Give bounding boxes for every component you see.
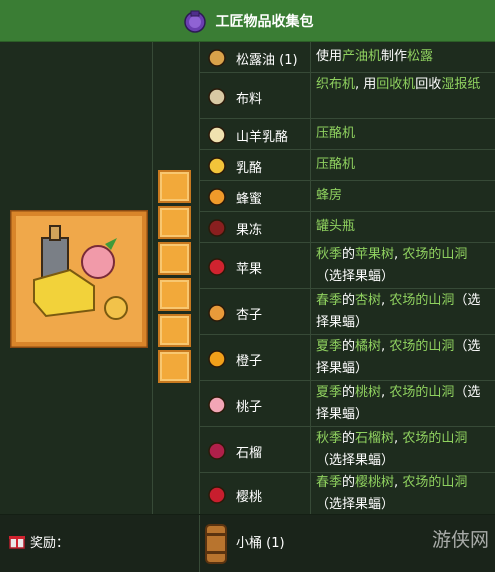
item-source: 罐头瓶 bbox=[316, 216, 488, 238]
peach-icon bbox=[208, 395, 226, 414]
source-text: 制作 bbox=[381, 49, 408, 64]
source-link[interactable]: 杏树 bbox=[355, 293, 381, 308]
source-link[interactable]: 压酪机 bbox=[316, 126, 355, 141]
item-name[interactable]: 苹果 bbox=[236, 258, 262, 277]
source-text: , 用 bbox=[355, 76, 377, 92]
reward-name: 小桶 (1) bbox=[236, 536, 285, 551]
pomegranate-icon bbox=[208, 441, 226, 460]
source-text: 的 bbox=[342, 474, 356, 490]
apricot-icon bbox=[208, 303, 226, 322]
keg-icon bbox=[205, 524, 227, 564]
goat-cheese-icon bbox=[208, 126, 226, 144]
source-link[interactable]: 蜂房 bbox=[316, 188, 342, 203]
bundle-slot[interactable] bbox=[158, 242, 191, 275]
reward-label: 奖励： bbox=[30, 536, 70, 551]
source-text: 的 bbox=[342, 246, 356, 262]
source-link[interactable]: 春季 bbox=[316, 475, 342, 490]
source-link[interactable]: 夏季 bbox=[316, 339, 342, 354]
item-name[interactable]: 樱桃 bbox=[236, 486, 262, 505]
item-name[interactable]: 桃子 bbox=[236, 396, 262, 415]
honey-icon bbox=[208, 188, 226, 206]
bundle-slot[interactable] bbox=[158, 170, 191, 203]
bundle-slot[interactable] bbox=[158, 314, 191, 347]
orange-icon bbox=[208, 349, 226, 368]
source-link[interactable]: 农场的山洞 bbox=[402, 475, 467, 490]
cloth-icon bbox=[208, 87, 226, 106]
source-text: （选择果蝠） bbox=[316, 268, 395, 284]
item-source: 春季的杏树, 农场的山洞（选择果蝠） bbox=[316, 290, 488, 334]
site-watermark: 游侠网 bbox=[431, 529, 489, 551]
item-source: 夏季的橘树, 农场的山洞（选择果蝠） bbox=[316, 336, 488, 380]
bundle-title: 工匠物品收集包 bbox=[215, 13, 314, 30]
bundle-image bbox=[10, 210, 148, 348]
bundle-slot[interactable] bbox=[158, 278, 191, 311]
source-link[interactable]: 橘树 bbox=[355, 339, 381, 354]
source-text: 的 bbox=[342, 338, 356, 354]
source-text: 的 bbox=[342, 384, 356, 400]
source-link[interactable]: 秋季 bbox=[316, 247, 342, 262]
source-link[interactable]: 秋季 bbox=[316, 431, 342, 446]
item-name[interactable]: 杏子 bbox=[236, 304, 262, 323]
gift-icon bbox=[9, 536, 25, 549]
source-link[interactable]: 织布机 bbox=[316, 77, 355, 92]
apple-icon bbox=[208, 257, 226, 276]
cherry-icon bbox=[208, 485, 226, 504]
source-link[interactable]: 农场的山洞 bbox=[402, 247, 467, 262]
source-link[interactable]: 回收机 bbox=[376, 77, 415, 92]
item-name[interactable]: 石榴 bbox=[236, 442, 262, 461]
bundle-slot[interactable] bbox=[158, 206, 191, 239]
source-text: 回收 bbox=[415, 76, 442, 92]
item-name[interactable]: 布料 bbox=[236, 88, 262, 107]
item-name[interactable]: 蜂蜜 bbox=[236, 188, 262, 207]
item-source: 春季的樱桃树, 农场的山洞（选择果蝠） bbox=[316, 472, 488, 516]
bundle-bag-icon bbox=[183, 10, 206, 33]
source-link[interactable]: 湿报纸 bbox=[441, 77, 480, 92]
item-name[interactable]: 松露油 (1) bbox=[236, 49, 298, 68]
bundle-header: 工匠物品收集包 bbox=[0, 0, 495, 42]
item-source: 压酪机 bbox=[316, 123, 488, 145]
item-source: 秋季的石榴树, 农场的山洞（选择果蝠） bbox=[316, 428, 488, 472]
source-link[interactable]: 罐头瓶 bbox=[316, 219, 355, 234]
source-text: 的 bbox=[342, 430, 356, 446]
source-link[interactable]: 石榴树 bbox=[355, 431, 394, 446]
item-source: 秋季的苹果树, 农场的山洞（选择果蝠） bbox=[316, 244, 488, 288]
source-link[interactable]: 农场的山洞 bbox=[389, 339, 454, 354]
bundle-table: 松露油 (1) 使用产油机制作松露 布料 织布机, 用回收机回收湿报纸 山羊乳酪 压酪机乳… bbox=[0, 42, 495, 514]
item-source: 压酪机 bbox=[316, 154, 488, 176]
item-source: 织布机, 用回收机回收湿报纸 bbox=[316, 74, 488, 96]
source-link[interactable]: 松露 bbox=[407, 49, 433, 64]
source-link[interactable]: 农场的山洞 bbox=[402, 431, 467, 446]
item-source: 使用产油机制作松露 bbox=[316, 46, 488, 68]
item-source: 蜂房 bbox=[316, 185, 488, 207]
item-name[interactable]: 橙子 bbox=[236, 350, 262, 369]
cheese-icon bbox=[208, 157, 226, 175]
source-text: （选择果蝠） bbox=[316, 496, 395, 512]
source-link[interactable]: 苹果树 bbox=[355, 247, 394, 262]
source-link[interactable]: 农场的山洞 bbox=[389, 385, 454, 400]
source-text: 的 bbox=[342, 292, 356, 308]
item-name[interactable]: 果冻 bbox=[236, 219, 262, 238]
bundle-slot[interactable] bbox=[158, 350, 191, 383]
source-text: 使用 bbox=[316, 49, 343, 64]
item-source: 夏季的桃树, 农场的山洞（选择果蝠） bbox=[316, 382, 488, 426]
source-link[interactable]: 农场的山洞 bbox=[389, 293, 454, 308]
bundle-page: { "bundle": { "title": "工匠物品收集包" }, "ite… bbox=[0, 0, 495, 572]
source-link[interactable]: 樱桃树 bbox=[355, 475, 394, 490]
source-link[interactable]: 压酪机 bbox=[316, 157, 355, 172]
source-text: （选择果蝠） bbox=[316, 452, 395, 468]
reward-row: 奖励： 小桶 (1) 游侠网 bbox=[0, 515, 495, 572]
jelly-icon bbox=[208, 219, 226, 237]
source-link[interactable]: 春季 bbox=[316, 293, 342, 308]
item-name[interactable]: 乳酪 bbox=[236, 157, 262, 176]
truffle-oil-icon bbox=[208, 49, 226, 67]
source-link[interactable]: 产油机 bbox=[342, 49, 381, 64]
source-link[interactable]: 夏季 bbox=[316, 385, 342, 400]
item-name[interactable]: 山羊乳酪 bbox=[236, 126, 288, 145]
source-link[interactable]: 桃树 bbox=[355, 385, 381, 400]
